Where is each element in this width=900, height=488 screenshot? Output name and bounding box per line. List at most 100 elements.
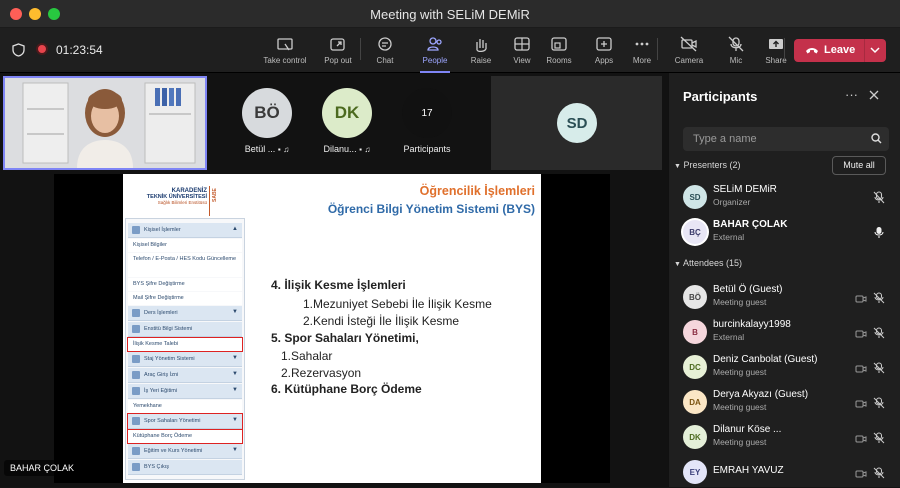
avatar-initials: BÖ xyxy=(254,103,280,122)
participant-role: Meeting guest xyxy=(713,402,767,412)
participant-tile[interactable]: SD xyxy=(537,103,617,143)
chat-button[interactable]: Chat xyxy=(360,36,410,65)
bys-menu-item: Kütüphane Borç Ödeme xyxy=(127,429,243,444)
participant-name: Derya Akyazı (Guest) xyxy=(713,389,809,400)
avatar: 17 xyxy=(402,88,452,138)
attendee-row[interactable]: Bburcinkalayy1998 External xyxy=(683,318,893,348)
shield-icon[interactable] xyxy=(12,43,25,57)
mic-off-icon[interactable] xyxy=(873,362,885,374)
avatar: DK xyxy=(683,425,707,449)
avatar: EY xyxy=(683,460,707,484)
people-button[interactable]: People xyxy=(410,36,460,73)
attendee-row[interactable]: EY EMRAH YAVUZ xyxy=(683,458,893,488)
participant-name: burcinkalayy1998 xyxy=(713,319,791,330)
avatar-initials: DC xyxy=(689,362,701,372)
menu-item-icon xyxy=(132,463,140,471)
avatar: B xyxy=(683,320,707,344)
tile-name-text: Betül ... xyxy=(244,144,276,154)
chevron-down-icon[interactable] xyxy=(870,47,880,54)
attendee-row[interactable]: BÖ Betül Ö (Guest) Meeting guest xyxy=(683,283,893,313)
menu-item-label: Yemekhane xyxy=(133,403,162,409)
logo-divider xyxy=(209,186,210,216)
pop-out-button[interactable]: Pop out xyxy=(313,36,363,65)
presenters-label: Presenters (2) xyxy=(683,160,741,170)
presenter-row[interactable]: SD SELiM DEMiR Organizer xyxy=(683,183,893,213)
chevron-down-icon: ▼ xyxy=(232,447,238,453)
mute-all-button[interactable]: Mute all xyxy=(832,156,886,175)
attendee-row[interactable]: DC Deniz Canbolat (Guest) Meeting guest xyxy=(683,353,893,383)
tile-name: Dilanu... ▪ ♫ xyxy=(307,144,387,154)
toolbar-button-label: Mic xyxy=(729,56,743,65)
avatar-initials: DA xyxy=(689,397,701,407)
participant-search-input[interactable]: Type a name xyxy=(683,127,889,151)
leave-divider xyxy=(864,39,865,62)
toolbar-separator xyxy=(784,38,785,60)
leave-button[interactable]: Leave xyxy=(794,39,886,62)
bys-menu-item: Staj Yönetim Sistemi ▼ xyxy=(128,352,242,367)
participant-tile[interactable]: DK Dilanu... ▪ ♫ xyxy=(307,88,387,154)
toolbar-separator xyxy=(657,38,658,60)
slide-title: Öğrencilik İşlemleri xyxy=(419,184,535,198)
presenter-video-tile[interactable] xyxy=(3,76,207,170)
slide-subtitle: Öğrenci Bilgi Yönetim Sistemi (BYS) xyxy=(327,202,535,216)
leave-label: Leave xyxy=(824,44,856,56)
avatar: DC xyxy=(683,355,707,379)
toolbar-button-label: Apps xyxy=(594,56,614,65)
recording-indicator xyxy=(36,43,48,55)
slide-content-line: 2.Rezervasyon xyxy=(281,366,362,380)
bys-menu-item: Kişisel Bilgiler xyxy=(128,239,242,252)
more-icon xyxy=(635,42,649,46)
toolbar-separator xyxy=(360,38,361,60)
mic-off-icon xyxy=(728,36,744,52)
mic-off-icon[interactable] xyxy=(873,327,885,339)
menu-item-label: Telefon / E-Posta / HES Kodu Güncelleme xyxy=(133,256,237,262)
presenters-section-header[interactable]: ▼ Presenters (2) xyxy=(674,160,740,170)
participant-name: BAHAR ÇOLAK xyxy=(713,219,788,230)
participant-role: Meeting guest xyxy=(713,437,767,447)
mic-off-icon[interactable] xyxy=(873,292,885,304)
rooms-button[interactable]: Rooms xyxy=(534,36,584,65)
bys-menu-item: Mail Şifre Değiştirme xyxy=(128,292,242,305)
bys-menu-item: BYS Çıkış xyxy=(128,460,242,475)
bys-menu-item: Ders İşlemleri ▼ xyxy=(128,306,242,321)
camera-off-icon xyxy=(680,36,697,52)
mic-off-icon[interactable] xyxy=(873,467,885,479)
take-control-button[interactable]: Take control xyxy=(255,36,315,65)
more-button[interactable]: More xyxy=(617,36,667,65)
bys-menu-item: Araç Giriş İzni ▼ xyxy=(128,368,242,383)
attendee-row[interactable]: DK Dilanur Köse ... Meeting guest xyxy=(683,423,893,453)
raise-hand-icon xyxy=(476,39,487,52)
share-icon xyxy=(769,39,783,49)
mic-off-icon[interactable] xyxy=(873,191,885,204)
attendee-row[interactable]: DA Derya Akyazı (Guest) Meeting guest xyxy=(683,388,893,418)
menu-item-label: İlişik Kesme Talebi xyxy=(133,341,179,347)
mic-icon: ♫ xyxy=(364,145,371,154)
participant-name: EMRAH YAVUZ xyxy=(713,465,784,476)
presenter-row[interactable]: BÇ BAHAR ÇOLAK External xyxy=(683,218,893,248)
mic-icon[interactable] xyxy=(873,226,885,239)
mic-off-icon[interactable] xyxy=(873,397,885,409)
participant-role: Meeting guest xyxy=(713,367,767,377)
chevron-down-icon: ▼ xyxy=(232,417,238,423)
bys-menu-item: Spor Sahaları Yönetimi ▼ xyxy=(127,413,243,430)
camera-button[interactable]: Camera xyxy=(664,36,714,65)
bys-menu-item: Yemekhane xyxy=(128,400,242,413)
tile-name: Participants xyxy=(387,144,467,154)
chevron-down-icon: ▼ xyxy=(674,163,681,170)
participant-tile[interactable]: 17 Participants xyxy=(387,88,467,154)
menu-item-icon xyxy=(132,371,140,379)
menu-item-label: Kişisel İşlemler xyxy=(144,227,181,233)
video-off-icon xyxy=(855,400,867,408)
close-icon[interactable] xyxy=(869,90,879,100)
university-logo: KARADENİZ TEKNİK ÜNİVERSİTESİ Sağlık Bil… xyxy=(127,188,207,205)
pop-out-icon xyxy=(330,38,345,51)
people-icon xyxy=(427,37,442,51)
participant-tile[interactable]: BÖ Betül ... ▪ ♫ xyxy=(227,88,307,154)
logo-line-3: Sağlık Bilimleri Enstitüsü xyxy=(157,200,207,205)
more-options-icon[interactable]: ··· xyxy=(845,87,858,102)
menu-item-icon xyxy=(132,417,140,425)
mic-off-icon[interactable] xyxy=(873,432,885,444)
menu-item-label: BYS Şifre Değiştirme xyxy=(133,281,185,287)
attendees-section-header[interactable]: ▼ Attendees (15) xyxy=(674,258,742,268)
avatar-initials: B xyxy=(692,327,698,337)
